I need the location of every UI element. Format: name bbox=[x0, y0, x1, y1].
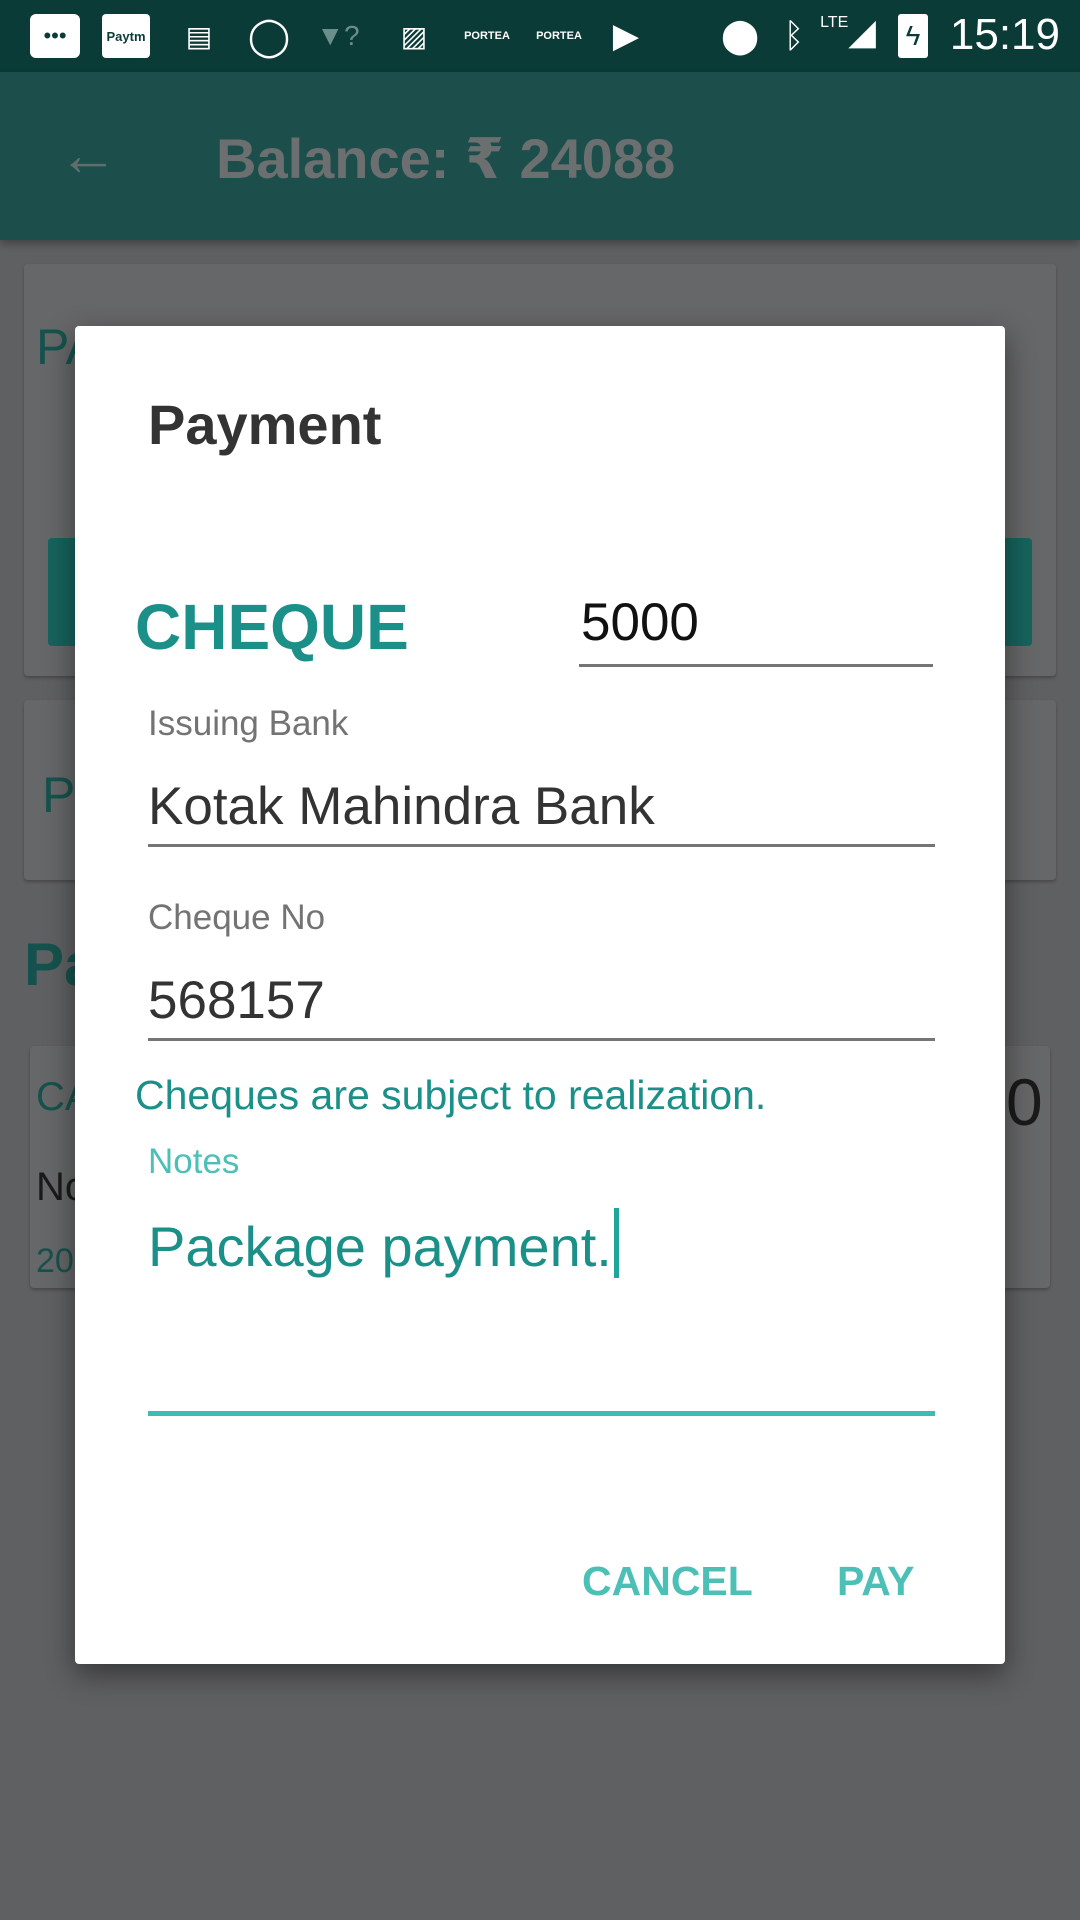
bluetooth-icon: ᛒ bbox=[783, 16, 805, 55]
cheque-no-value: 568157 bbox=[148, 971, 325, 1030]
play-store-icon: ▶ bbox=[612, 17, 640, 55]
back-button[interactable]: ← bbox=[58, 120, 118, 190]
wifi-unknown-icon: ▼? bbox=[316, 20, 360, 51]
payment-dialog: Payment CHEQUE 5000 Issuing Bank Kotak M… bbox=[75, 326, 1005, 1664]
paytm-icon: Paytm bbox=[102, 14, 150, 58]
helper-text: Cheques are subject to realization. bbox=[135, 1072, 767, 1118]
background-text: 0 bbox=[1006, 1065, 1043, 1139]
background-text: 20 bbox=[36, 1242, 74, 1280]
whatsapp-icon: ◯ bbox=[247, 15, 291, 58]
cheque-no-input[interactable]: 568157 bbox=[148, 960, 935, 1041]
notes-underline bbox=[148, 1411, 935, 1416]
dialog-title: Payment bbox=[148, 393, 382, 456]
text-cursor bbox=[613, 1208, 619, 1278]
pay-button[interactable]: PAY bbox=[837, 1558, 915, 1605]
news-icon: ▤ bbox=[185, 20, 213, 52]
amount-value: 5000 bbox=[581, 593, 699, 652]
arrow-left-icon: ← bbox=[58, 121, 118, 188]
background-text: P bbox=[42, 767, 76, 823]
cheque-no-label: Cheque No bbox=[148, 898, 326, 937]
notes-label: Notes bbox=[148, 1142, 240, 1181]
more-icon: ••• bbox=[30, 14, 80, 58]
battery-charging-icon: ϟ bbox=[898, 14, 928, 58]
notes-input[interactable]: Package payment. bbox=[148, 1208, 619, 1279]
signal-icon: LTE ◢ bbox=[820, 11, 876, 52]
notes-value: Package payment. bbox=[148, 1215, 612, 1278]
status-bar: ••• Paytm ▤ ◯ ▼? ▨ PORTEA PORTEA ▶ ⬤ ᛒ L… bbox=[0, 0, 1080, 72]
image-icon: ▨ bbox=[400, 20, 428, 52]
location-icon: ⬤ bbox=[720, 17, 760, 55]
issuing-bank-label: Issuing Bank bbox=[148, 704, 349, 743]
portea-icon: PORTEA bbox=[536, 30, 582, 42]
amount-input[interactable]: 5000 bbox=[579, 586, 933, 667]
payment-mode: CHEQUE bbox=[135, 591, 409, 663]
clock: 15:19 bbox=[949, 10, 1060, 59]
page-title: Balance: ₹ 24088 bbox=[216, 127, 676, 190]
cancel-button[interactable]: CANCEL bbox=[582, 1558, 753, 1605]
issuing-bank-value: Kotak Mahindra Bank bbox=[148, 777, 655, 836]
portea-icon: PORTEA bbox=[464, 30, 510, 42]
issuing-bank-input[interactable]: Kotak Mahindra Bank bbox=[148, 766, 935, 847]
